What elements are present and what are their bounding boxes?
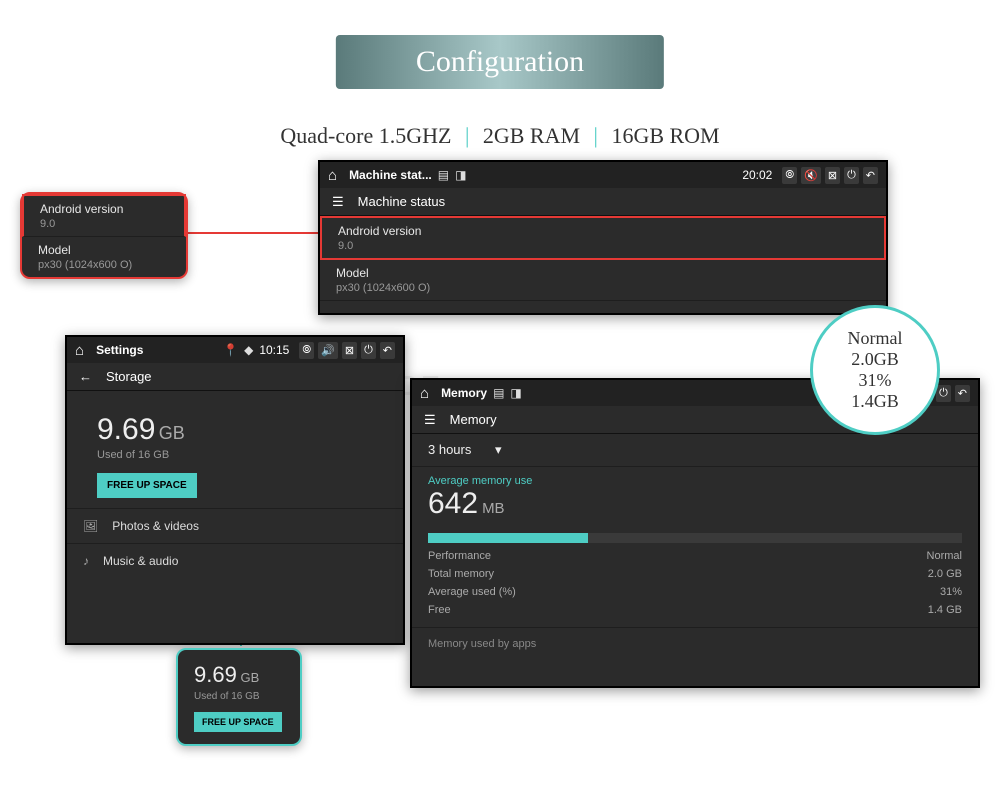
status-bar: ⌂ Machine stat... ▤ ◨ 20:02 ⦾ 🔇 ⊠ ⏻ ↶: [320, 162, 886, 188]
connector-line: [182, 232, 318, 234]
circle-line: 1.4GB: [851, 391, 899, 412]
shutdown-icon[interactable]: ⏻: [844, 167, 859, 184]
callout-sub: Used of 16 GB: [194, 691, 284, 702]
location-icon: 📍: [223, 343, 238, 357]
clock: 10:15: [259, 343, 289, 357]
avgp-row: Average used (%)31%: [412, 583, 978, 601]
app-title: Memory: [441, 386, 487, 400]
menu-icon[interactable]: ☰: [424, 412, 436, 428]
free-up-space-button[interactable]: FREE UP SPACE: [97, 473, 197, 498]
circle-line: Normal: [848, 328, 903, 349]
row-label: Model: [336, 266, 870, 280]
card-icon: ◨: [510, 386, 521, 400]
photo-icon: 🖼: [83, 519, 98, 533]
sd-icon: ▤: [438, 168, 449, 182]
photos-category[interactable]: 🖼 Photos & videos: [67, 508, 403, 543]
status-bar: ⌂ Settings 📍 ◆ 10:15 ⦾ 🔊 ⊠ ⏻ ↶: [67, 337, 403, 363]
back-icon[interactable]: ↶: [955, 385, 970, 402]
back-arrow-icon[interactable]: ←: [79, 369, 92, 384]
spec-cpu: Quad-core 1.5GHZ: [280, 123, 451, 148]
clock: 20:02: [742, 168, 772, 182]
memory-by-apps[interactable]: Memory used by apps: [412, 627, 978, 660]
chevron-down-icon: ▾: [495, 442, 502, 457]
callout-value: 9.69: [194, 662, 237, 687]
card-icon: ◨: [455, 168, 466, 182]
subtitle: Machine status: [358, 194, 445, 209]
music-icon: ♪: [83, 554, 89, 568]
close-icon[interactable]: ⊠: [342, 342, 357, 359]
row-label: Android version: [338, 224, 868, 238]
storage-used: 9.69 GB: [97, 413, 373, 447]
row-value: px30 (1024x600 O): [336, 282, 870, 294]
title-banner: Configuration: [336, 35, 664, 89]
storage-capacity: Used of 16 GB: [97, 449, 373, 461]
callout-value: 9.0: [40, 218, 168, 230]
back-icon[interactable]: ↶: [380, 342, 395, 359]
home-icon[interactable]: ⌂: [420, 385, 429, 402]
home-icon[interactable]: ⌂: [75, 342, 84, 359]
storage-callout: 9.69 GB Used of 16 GB FREE UP SPACE: [176, 648, 302, 746]
spec-ram: 2GB RAM: [483, 123, 580, 148]
storage-panel: ⌂ Settings 📍 ◆ 10:15 ⦾ 🔊 ⊠ ⏻ ↶ ← Storage…: [65, 335, 405, 645]
time-range-dropdown[interactable]: 3 hours ▾: [412, 434, 978, 467]
close-icon[interactable]: ⊠: [825, 167, 840, 184]
callout-unit: GB: [240, 670, 259, 685]
callout-label: Android version: [40, 202, 168, 216]
model-row[interactable]: Model px30 (1024x600 O): [320, 260, 886, 301]
callout-label: Model: [38, 243, 170, 257]
volume-icon[interactable]: 🔊: [318, 342, 338, 359]
memory-circle-callout: Normal 2.0GB 31% 1.4GB: [810, 305, 940, 435]
specs-row: Quad-core 1.5GHZ | 2GB RAM | 16GB ROM: [280, 123, 719, 149]
screenshot-icon[interactable]: ⦾: [299, 342, 314, 359]
avg-memory-label: Average memory use: [412, 467, 978, 487]
circle-line: 2.0GB: [851, 349, 899, 370]
subheader: ☰ Machine status: [320, 188, 886, 216]
shutdown-icon[interactable]: ⏻: [936, 385, 951, 402]
free-row: Free1.4 GB: [412, 601, 978, 619]
machine-status-panel: ⌂ Machine stat... ▤ ◨ 20:02 ⦾ 🔇 ⊠ ⏻ ↶ ☰ …: [318, 160, 888, 315]
total-row: Total memory2.0 GB: [412, 565, 978, 583]
screenshot-icon[interactable]: ⦾: [782, 167, 797, 184]
android-callout: Android version 9.0 Model px30 (1024x600…: [20, 192, 188, 279]
app-title: Settings: [96, 343, 143, 357]
avg-memory-value: 642MB: [412, 487, 978, 525]
spec-rom: 16GB ROM: [611, 123, 719, 148]
android-version-row[interactable]: Android version 9.0: [320, 216, 886, 260]
wifi-icon: ◆: [244, 343, 253, 357]
memory-bar: [428, 533, 962, 543]
shutdown-icon[interactable]: ⏻: [361, 342, 376, 359]
subtitle: Memory: [450, 412, 497, 427]
menu-icon[interactable]: ☰: [332, 194, 344, 210]
free-up-space-button[interactable]: FREE UP SPACE: [194, 712, 282, 732]
back-icon[interactable]: ↶: [863, 167, 878, 184]
app-title: Machine stat...: [349, 168, 432, 182]
perf-row: PerformanceNormal: [412, 547, 978, 565]
home-icon[interactable]: ⌂: [328, 167, 337, 184]
subtitle: Storage: [106, 369, 152, 384]
subheader: ← Storage: [67, 363, 403, 391]
circle-line: 31%: [859, 370, 892, 391]
divider: |: [594, 123, 598, 148]
sd-icon: ▤: [493, 386, 504, 400]
row-value: 9.0: [338, 240, 868, 252]
volume-icon[interactable]: 🔇: [801, 167, 821, 184]
divider: |: [465, 123, 469, 148]
music-category[interactable]: ♪ Music & audio: [67, 543, 403, 578]
callout-value: px30 (1024x600 O): [38, 259, 170, 271]
